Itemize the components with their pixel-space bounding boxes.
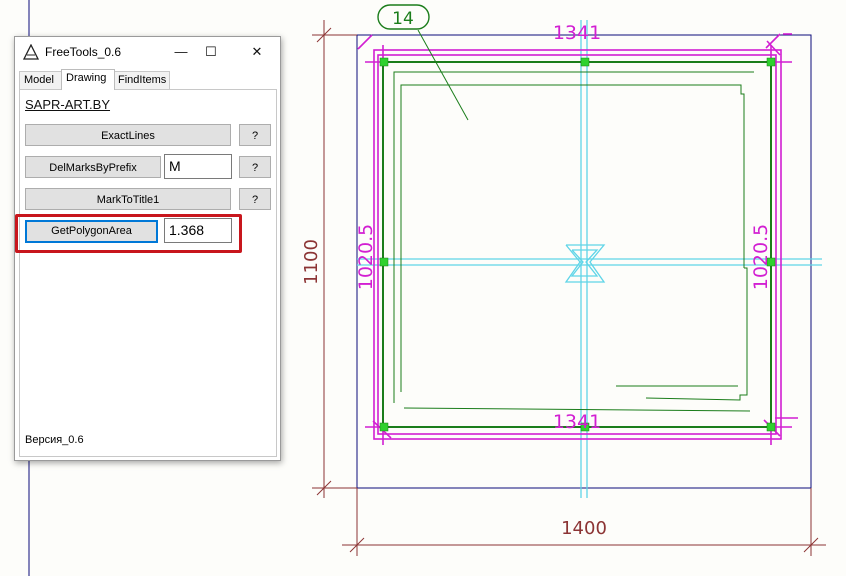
- window-title: FreeTools_0.6: [45, 45, 122, 59]
- tab-model[interactable]: Model: [19, 71, 63, 89]
- dim-left-text: 1020.5: [355, 224, 377, 290]
- dim-bottom-text: 1341: [553, 411, 601, 433]
- app-triangle-icon: [23, 44, 39, 60]
- del-marks-by-prefix-button[interactable]: DelMarksByPrefix: [25, 156, 161, 178]
- version-label: Версия_0.6: [25, 434, 84, 446]
- maximize-button[interactable]: ☐: [197, 42, 225, 62]
- dimension-lines: [312, 20, 826, 556]
- sapr-art-link[interactable]: SAPR-ART.BY: [25, 97, 110, 112]
- mark-to-title-button[interactable]: MarkToTitle1: [25, 188, 231, 210]
- get-polygon-area-button[interactable]: GetPolygonArea: [25, 220, 158, 243]
- dim-top-text: 1341: [553, 22, 601, 44]
- close-button[interactable]: ✕: [243, 42, 271, 62]
- leader-label: 14: [392, 9, 414, 29]
- dim-width-text: 1400: [561, 518, 607, 539]
- minimize-button[interactable]: —: [167, 42, 195, 62]
- tab-finditems[interactable]: FindItems: [113, 71, 170, 89]
- area-result-field[interactable]: 1.368: [164, 218, 232, 243]
- tab-drawing[interactable]: Drawing: [61, 69, 115, 90]
- drawing-panel: SAPR-ART.BY ExactLines ? DelMarksByPrefi…: [15, 89, 277, 457]
- dim-right-text: 1020.5: [750, 224, 772, 290]
- mark-to-title-help-button[interactable]: ?: [239, 188, 271, 210]
- del-marks-help-button[interactable]: ?: [239, 156, 271, 178]
- exact-lines-help-button[interactable]: ?: [239, 124, 271, 146]
- title-bar[interactable]: FreeTools_0.6 — ☐ ✕: [15, 37, 280, 67]
- rebar-lines: [393, 29, 754, 412]
- exact-lines-button[interactable]: ExactLines: [25, 124, 231, 146]
- slab-outline: [357, 33, 798, 445]
- freetools-window[interactable]: FreeTools_0.6 — ☐ ✕ Model Drawing FindIt…: [14, 36, 281, 461]
- dim-height-text: 1100: [301, 239, 322, 285]
- prefix-input[interactable]: M: [164, 154, 232, 179]
